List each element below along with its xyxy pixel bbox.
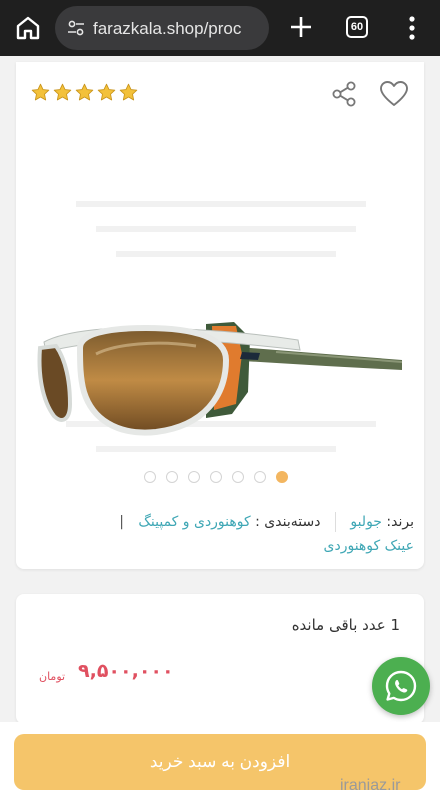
watermark-text: iraniaz.ir: [340, 777, 401, 794]
heart-icon: [380, 81, 408, 106]
more-vert-icon: [409, 16, 415, 40]
share-icon: [332, 81, 356, 107]
rating-stars: [30, 82, 139, 104]
star-icon: [31, 83, 50, 101]
carousel-dot[interactable]: [254, 471, 266, 483]
star-icon: [75, 83, 94, 101]
product-image[interactable]: [36, 134, 406, 514]
price-amount: ۹,۵۰۰,۰۰۰: [78, 660, 174, 682]
category-separator: |: [119, 514, 124, 530]
address-bar[interactable]: farazkala.shop/proc: [55, 6, 269, 50]
star-icon: [97, 83, 116, 101]
wishlist-button[interactable]: [379, 80, 409, 108]
brand-label: برند:: [386, 514, 414, 530]
product-meta: برند: جولبو دسته‌بندی : کوهنوردی و کمپین…: [26, 510, 414, 558]
whatsapp-icon: [385, 670, 417, 702]
plus-icon: [291, 17, 311, 37]
sunglasses-image: [37, 201, 403, 452]
carousel-dot[interactable]: [210, 471, 222, 483]
carousel-dot[interactable]: [144, 471, 156, 483]
home-button[interactable]: [12, 12, 44, 44]
meta-divider: [334, 512, 336, 532]
category-label: دسته‌بندی :: [255, 514, 321, 530]
carousel-dot[interactable]: [166, 471, 178, 483]
star-icon: [119, 83, 138, 101]
carousel-dot[interactable]: [232, 471, 244, 483]
url-text[interactable]: farazkala.shop/proc: [93, 18, 269, 40]
tab-switcher-button[interactable]: 60: [346, 16, 368, 38]
image-carousel-dots: [144, 470, 294, 484]
carousel-dot[interactable]: [188, 471, 200, 483]
carousel-dot-active[interactable]: [276, 471, 288, 483]
more-menu-button[interactable]: [400, 14, 424, 42]
category-link-1[interactable]: کوهنوردی و کمپینگ: [138, 514, 250, 530]
star-icon: [53, 83, 72, 101]
product-card: برند: جولبو دسته‌بندی : کوهنوردی و کمپین…: [16, 62, 424, 569]
price-card: 1 عدد باقی مانده ۹,۵۰۰,۰۰۰ تومان: [16, 594, 424, 724]
new-tab-button[interactable]: [286, 12, 316, 42]
whatsapp-button[interactable]: [372, 657, 430, 715]
category-link-2[interactable]: عینک کوهنوردی: [324, 538, 414, 554]
stock-status: 1 عدد باقی مانده: [291, 616, 400, 634]
home-icon: [16, 16, 40, 40]
site-settings-icon[interactable]: [67, 19, 85, 37]
browser-toolbar: farazkala.shop/proc 60: [0, 0, 440, 56]
share-button[interactable]: [330, 80, 358, 108]
brand-link[interactable]: جولبو: [350, 514, 382, 530]
price-currency: تومان: [39, 670, 66, 683]
